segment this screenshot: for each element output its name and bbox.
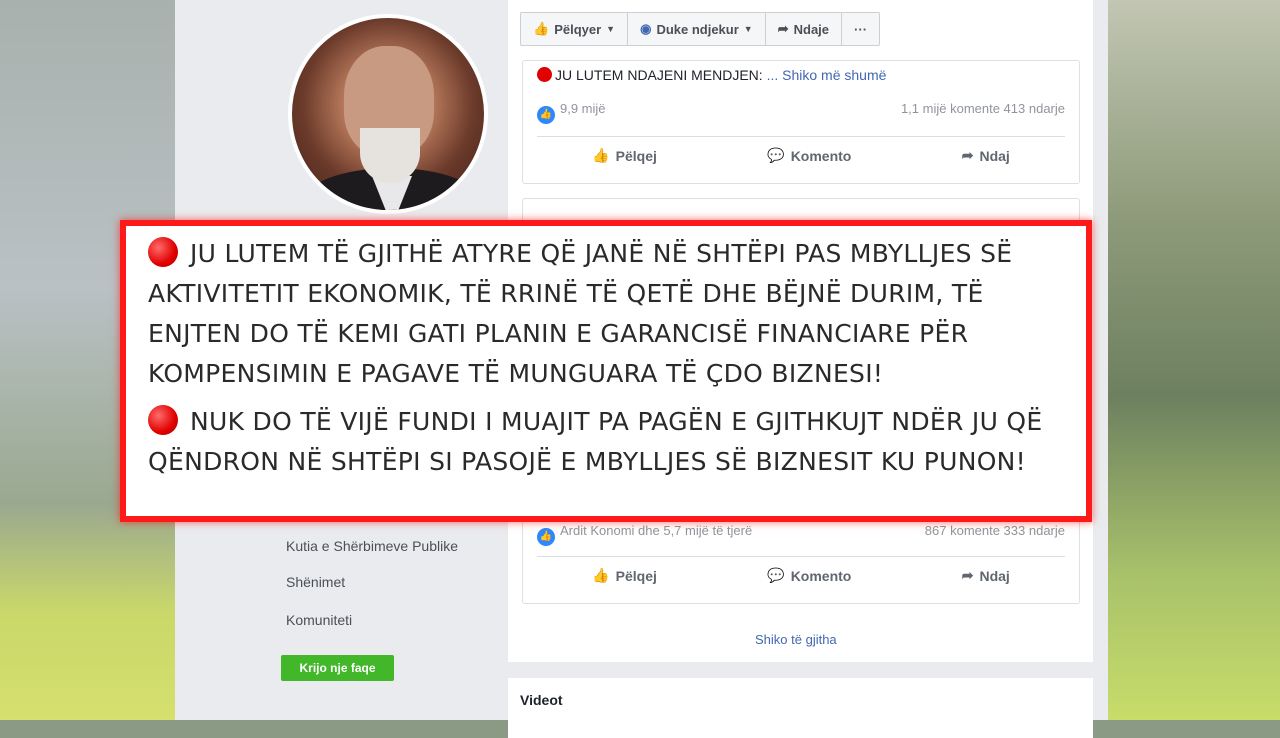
like-reaction-icon: 👍	[537, 528, 555, 546]
share-page-button[interactable]: ➦ Ndaje	[766, 13, 843, 45]
create-page-button[interactable]: Krijo nje faqe	[281, 655, 394, 681]
videos-title[interactable]: Videot	[520, 692, 563, 708]
post-1-text: JU LUTEM NDAJENI MENDJEN: ... Shiko më s…	[537, 67, 886, 83]
videos-section: Videot	[508, 678, 1093, 738]
overlay-paragraph-1-text: JU LUTEM TË GJITHË ATYRE QË JANË NË SHTË…	[148, 239, 1013, 388]
comment-bubble-icon: 💬	[767, 147, 785, 163]
thumbs-up-outline-icon: 👍	[592, 147, 610, 163]
comment-label: Komento	[790, 147, 852, 164]
like-label: Pëlqej	[615, 147, 657, 164]
post-1-stats: 👍 9,9 mijë 1,1 mijë komente 413 ndarje	[537, 101, 1065, 124]
post-1-reaction-count: 9,9 mijë	[560, 101, 606, 116]
share-arrow-icon: ➦	[777, 21, 789, 36]
share-button[interactable]: ➦ Ndaj	[962, 147, 1010, 164]
liked-label: Pëlqyer	[554, 21, 602, 37]
rss-icon: ◉	[640, 21, 652, 36]
highlighted-post-overlay: JU LUTEM TË GJITHË ATYRE QË JANË NË SHTË…	[120, 220, 1092, 522]
see-more-link[interactable]: ... Shiko më shumë	[767, 67, 887, 83]
post-1-reactions[interactable]: 👍 9,9 mijë	[537, 101, 606, 124]
share-button[interactable]: ➦ Ndaj	[962, 567, 1010, 584]
thumbs-up-outline-icon: 👍	[592, 567, 610, 583]
share-label: Ndaj	[979, 147, 1010, 164]
share-arrow-icon: ➦	[961, 147, 974, 163]
post-2-reaction-text: Ardit Konomi dhe 5,7 mijë të tjerë	[560, 523, 753, 538]
like-reaction-icon: 👍	[537, 106, 555, 124]
see-all-link[interactable]: Shiko të gjitha	[755, 632, 837, 647]
sidebar-item-community[interactable]: Komuniteti	[286, 612, 352, 628]
more-options-button[interactable]: ···	[842, 13, 879, 45]
overlay-paragraph-2-text: NUK DO TË VIJË FUNDI I MUAJIT PA PAGËN E…	[148, 407, 1043, 476]
caret-down-icon: ▼	[743, 24, 753, 34]
post-1-action-row: 👍 Pëlqej 💬 Komento ➦ Ndaj	[537, 136, 1065, 164]
like-button[interactable]: 👍 Pëlqej	[592, 147, 657, 164]
overlay-paragraph-1: JU LUTEM TË GJITHË ATYRE QË JANË NË SHTË…	[148, 234, 1078, 394]
post-2-comments-shares[interactable]: 867 komente 333 ndarje	[925, 523, 1065, 546]
following-button[interactable]: ◉ Duke ndjekur ▼	[628, 13, 766, 45]
post-2-reactions[interactable]: 👍 Ardit Konomi dhe 5,7 mijë të tjerë	[537, 523, 752, 546]
like-button[interactable]: 👍 Pëlqej	[592, 567, 657, 584]
comment-button[interactable]: 💬 Komento	[767, 567, 851, 584]
post-2-action-row: 👍 Pëlqej 💬 Komento ➦ Ndaj	[537, 556, 1065, 584]
share-page-label: Ndaje	[793, 21, 830, 37]
post-2-stats: 👍 Ardit Konomi dhe 5,7 mijë të tjerë 867 …	[537, 523, 1065, 546]
like-label: Pëlqej	[615, 567, 657, 584]
post-1-body: JU LUTEM NDAJENI MENDJEN:	[555, 67, 763, 83]
sidebar-item-notes[interactable]: Shënimet	[286, 574, 345, 590]
caret-down-icon: ▼	[606, 24, 616, 34]
profile-avatar[interactable]	[288, 14, 488, 214]
sidebar-item-public-services[interactable]: Kutia e Shërbimeve Publike	[286, 538, 458, 554]
thumbs-up-icon: 👍	[533, 21, 550, 36]
share-arrow-icon: ➦	[961, 567, 974, 583]
comment-button[interactable]: 💬 Komento	[767, 147, 851, 164]
comment-bubble-icon: 💬	[767, 567, 785, 583]
post-1-comments-shares[interactable]: 1,1 mijë komente 413 ndarje	[901, 101, 1065, 124]
red-circle-icon	[148, 405, 178, 435]
page-action-toolbar: 👍 Pëlqyer ▼ ◉ Duke ndjekur ▼ ➦ Ndaje ···	[520, 12, 881, 46]
overlay-paragraph-2: NUK DO TË VIJË FUNDI I MUAJIT PA PAGËN E…	[148, 402, 1078, 482]
following-label: Duke ndjekur	[656, 21, 739, 37]
background-right-blur	[1108, 0, 1280, 720]
red-circle-icon	[537, 67, 552, 82]
share-label: Ndaj	[979, 567, 1010, 584]
liked-button[interactable]: 👍 Pëlqyer ▼	[521, 13, 629, 45]
post-card-1: JU LUTEM NDAJENI MENDJEN: ... Shiko më s…	[522, 60, 1080, 184]
comment-label: Komento	[790, 567, 852, 584]
red-circle-icon	[148, 237, 178, 267]
